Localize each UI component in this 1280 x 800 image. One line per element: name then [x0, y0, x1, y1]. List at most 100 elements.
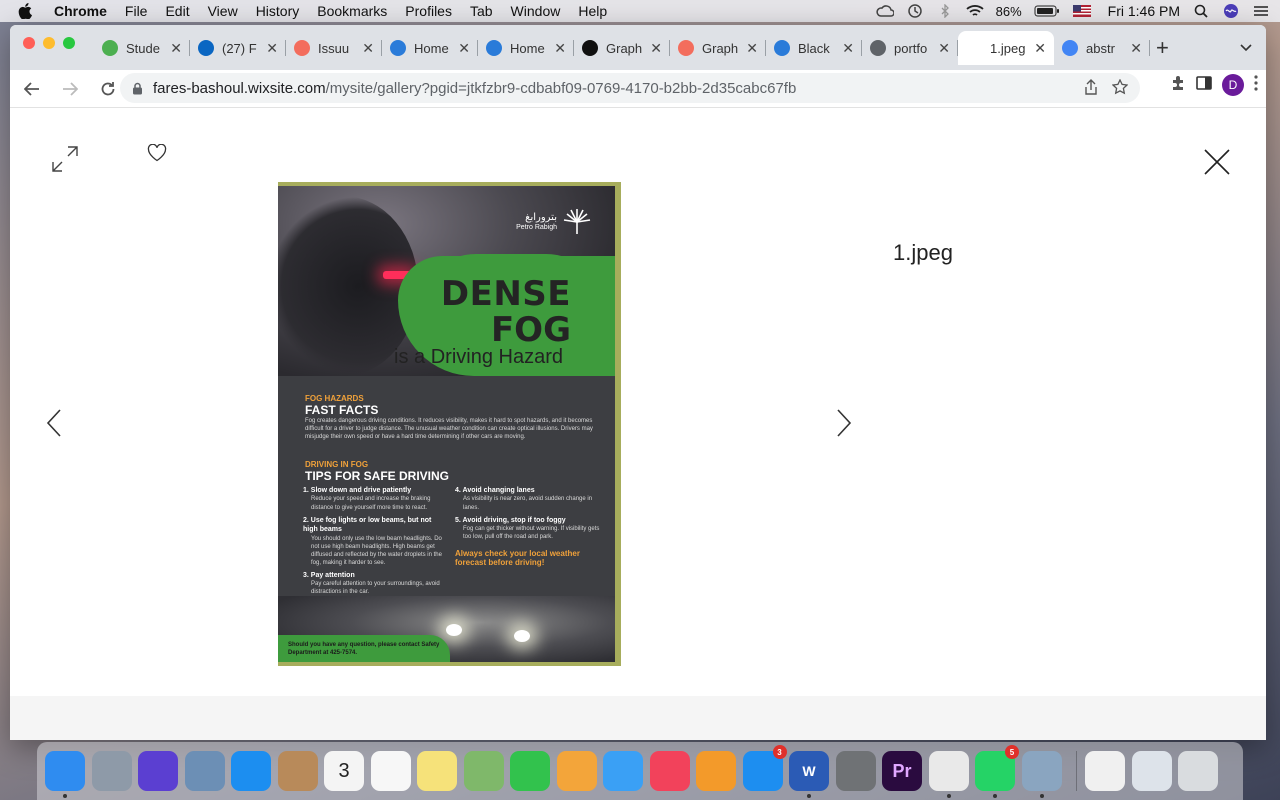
zoom-window-button[interactable] — [63, 37, 75, 49]
browser-tab[interactable]: Issuu ✕ — [286, 31, 382, 65]
tab-close-icon[interactable]: ✕ — [650, 40, 662, 57]
issuu-icon — [294, 40, 310, 56]
profile-avatar[interactable]: D — [1222, 74, 1244, 96]
tips-left-column: 1. Slow down and drive patiently Reduce y… — [303, 486, 448, 601]
siri-menubar-icon[interactable] — [1222, 4, 1240, 18]
premiere-icon[interactable]: Pr — [882, 751, 922, 791]
side-panel-icon[interactable] — [1196, 75, 1212, 95]
siri-icon[interactable] — [138, 751, 178, 791]
browser-tab[interactable]: Stude ✕ — [94, 31, 190, 65]
creative-cloud-icon[interactable] — [875, 4, 894, 18]
menu-history[interactable]: History — [256, 3, 300, 19]
minimize-window-button[interactable] — [43, 37, 55, 49]
whatsapp-icon[interactable]: 5 — [975, 745, 1019, 798]
menubar-clock[interactable]: Fri 1:46 PM — [1108, 3, 1180, 19]
share-icon[interactable] — [1084, 79, 1098, 99]
trash-icon[interactable] — [1178, 751, 1218, 791]
tab-close-icon[interactable]: ✕ — [1034, 40, 1046, 57]
extensions-puzzle-icon[interactable] — [1170, 75, 1186, 96]
time-machine-icon[interactable] — [906, 4, 924, 18]
preview-icon[interactable] — [184, 751, 225, 791]
us-flag-icon[interactable] — [1072, 4, 1092, 18]
browser-tab[interactable]: portfo ✕ — [862, 31, 958, 65]
tab-close-icon[interactable]: ✕ — [842, 40, 854, 57]
forward-button[interactable] — [54, 73, 86, 105]
notes-icon[interactable] — [417, 751, 457, 791]
browser-tab[interactable]: 1.jpeg ✕ — [958, 31, 1054, 65]
menu-view[interactable]: View — [208, 3, 238, 19]
messages-icon[interactable] — [603, 751, 643, 791]
chrome-icon[interactable] — [928, 751, 969, 798]
battery-icon[interactable] — [1034, 4, 1060, 18]
poster-content: بترورابغ Petro Rabigh DENSE FOG is a Dri… — [278, 186, 615, 662]
tab-close-icon[interactable]: ✕ — [362, 40, 374, 57]
system-preferences-icon[interactable] — [835, 751, 876, 791]
macos-dock: 3 3 W Pr 5 — [37, 742, 1243, 800]
apple-menu-icon[interactable] — [18, 3, 40, 19]
more-menu-icon[interactable] — [1254, 74, 1258, 96]
tab-close-icon[interactable]: ✕ — [938, 40, 950, 57]
back-button[interactable] — [16, 73, 48, 105]
menu-window[interactable]: Window — [511, 3, 561, 19]
menu-edit[interactable]: Edit — [165, 3, 189, 19]
menu-tab[interactable]: Tab — [470, 3, 493, 19]
calendar-icon[interactable]: 3 — [324, 751, 364, 791]
tab-close-icon[interactable]: ✕ — [554, 40, 566, 57]
browser-tab[interactable]: (27) F ✕ — [190, 31, 286, 65]
tab-search-chevron-icon[interactable] — [1240, 39, 1252, 57]
browser-tab[interactable]: Home ✕ — [382, 31, 478, 65]
gallery-image[interactable]: بترورابغ Petro Rabigh DENSE FOG is a Dri… — [278, 182, 621, 666]
launchpad-icon[interactable] — [91, 751, 132, 791]
menu-profiles[interactable]: Profiles — [405, 3, 452, 19]
tab-close-icon[interactable]: ✕ — [458, 40, 470, 57]
bluetooth-icon[interactable] — [936, 4, 954, 18]
expand-fullscreen-icon[interactable] — [50, 144, 80, 179]
lock-icon[interactable] — [132, 82, 143, 95]
tab-close-icon[interactable]: ✕ — [170, 40, 182, 57]
document-stack-icon[interactable] — [1085, 751, 1125, 791]
music-icon[interactable] — [649, 751, 690, 791]
palm-sunburst-icon — [563, 209, 591, 234]
spotlight-search-icon[interactable] — [1192, 4, 1210, 18]
close-lightbox-icon[interactable] — [1203, 148, 1231, 181]
tab-close-icon[interactable]: ✕ — [266, 40, 278, 57]
safari-icon[interactable] — [231, 751, 271, 791]
notification-badge: 3 — [772, 745, 787, 759]
photos-icon[interactable] — [556, 751, 597, 791]
address-bar[interactable]: fares-bashoul.wixsite.com/mysite/gallery… — [120, 73, 1140, 103]
close-window-button[interactable] — [23, 37, 35, 49]
word-icon[interactable]: W — [789, 751, 829, 798]
next-image-arrow-icon[interactable] — [836, 408, 852, 443]
finder-icon[interactable] — [45, 751, 85, 798]
like-heart-icon[interactable] — [147, 143, 167, 167]
leaf-icon — [102, 40, 118, 56]
reminders-icon[interactable] — [370, 751, 411, 791]
downloads-stack-icon[interactable] — [1131, 751, 1172, 791]
image-capture-icon[interactable] — [1021, 751, 1062, 798]
studocu-icon — [582, 40, 598, 56]
app-store-icon[interactable]: 3 — [742, 745, 787, 791]
tip-item: 2. Use fog lights or low beams, but not … — [303, 516, 442, 566]
browser-tab[interactable]: Home ✕ — [478, 31, 574, 65]
tab-close-icon[interactable]: ✕ — [746, 40, 758, 57]
wifi-icon[interactable] — [966, 4, 984, 18]
menu-file[interactable]: File — [125, 3, 148, 19]
browser-tab[interactable]: Black ✕ — [766, 31, 862, 65]
menu-bookmarks[interactable]: Bookmarks — [317, 3, 387, 19]
control-center-icon[interactable] — [1252, 4, 1270, 18]
previous-image-arrow-icon[interactable] — [46, 408, 62, 443]
browser-tab[interactable]: Graph ✕ — [574, 31, 670, 65]
browser-tab[interactable]: abstr ✕ — [1054, 31, 1150, 65]
books-icon[interactable] — [696, 751, 736, 791]
contacts-icon[interactable] — [277, 751, 318, 791]
bookmark-star-icon[interactable] — [1111, 78, 1129, 99]
facetime-icon[interactable] — [510, 751, 550, 791]
menu-app-name[interactable]: Chrome — [54, 3, 107, 19]
tab-close-icon[interactable]: ✕ — [1130, 40, 1142, 57]
tip-item: 4. Avoid changing lanes As visibility is … — [455, 487, 593, 511]
new-tab-button[interactable]: + — [1156, 35, 1169, 61]
browser-tab[interactable]: Graph ✕ — [670, 31, 766, 65]
tip-item: 5. Avoid driving, stop if too foggy Fog c… — [455, 516, 600, 541]
menu-help[interactable]: Help — [578, 3, 607, 19]
maps-icon[interactable] — [463, 751, 504, 791]
